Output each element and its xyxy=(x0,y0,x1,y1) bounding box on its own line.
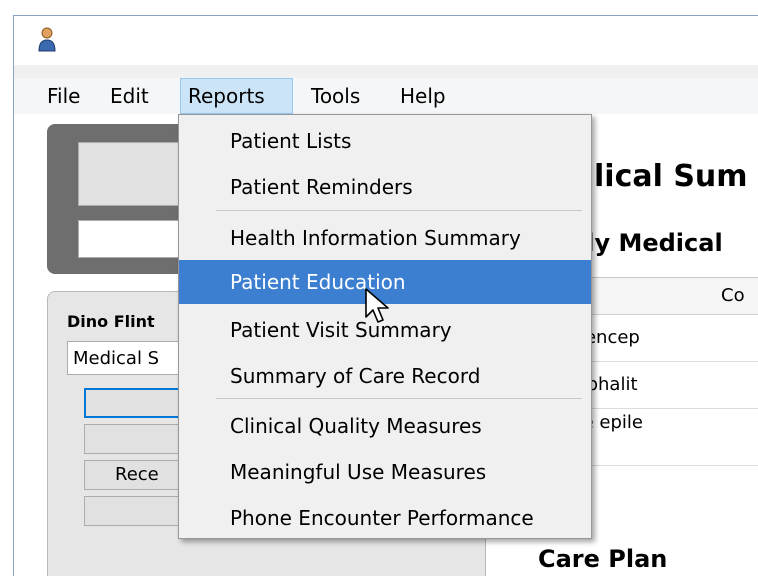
summary-title: lical Sum xyxy=(594,159,748,194)
menu-item-health-information-summary[interactable]: Health Information Summary xyxy=(179,216,591,260)
menu-item-patient-lists[interactable]: Patient Lists xyxy=(179,119,591,163)
menu-file[interactable]: File xyxy=(40,78,87,114)
menu-bar: File Edit Reports Tools Help xyxy=(14,78,758,114)
menu-reports[interactable]: Reports xyxy=(180,78,293,114)
menu-item-patient-reminders[interactable]: Patient Reminders xyxy=(179,165,591,209)
menu-tools[interactable]: Tools xyxy=(304,78,367,114)
care-plan-heading: Care Plan xyxy=(538,545,668,573)
menu-item-phone-encounter-performance[interactable]: Phone Encounter Performance xyxy=(179,496,591,540)
family-medical-heading: ily Medical xyxy=(578,229,723,257)
menu-item-summary-of-care-record[interactable]: Summary of Care Record xyxy=(179,354,591,398)
menu-separator xyxy=(216,398,582,399)
table-header-label: Co xyxy=(721,285,745,306)
menu-item-meaningful-use-measures[interactable]: Meaningful Use Measures xyxy=(179,450,591,494)
menu-help[interactable]: Help xyxy=(393,78,453,114)
app-icon xyxy=(38,27,56,52)
menu-separator xyxy=(216,210,582,211)
mouse-pointer-icon xyxy=(365,288,389,323)
menu-edit[interactable]: Edit xyxy=(103,78,156,114)
menu-item-clinical-quality-measures[interactable]: Clinical Quality Measures xyxy=(179,404,591,448)
patient-name: Dino Flint xyxy=(67,312,155,331)
title-bar xyxy=(14,16,758,65)
